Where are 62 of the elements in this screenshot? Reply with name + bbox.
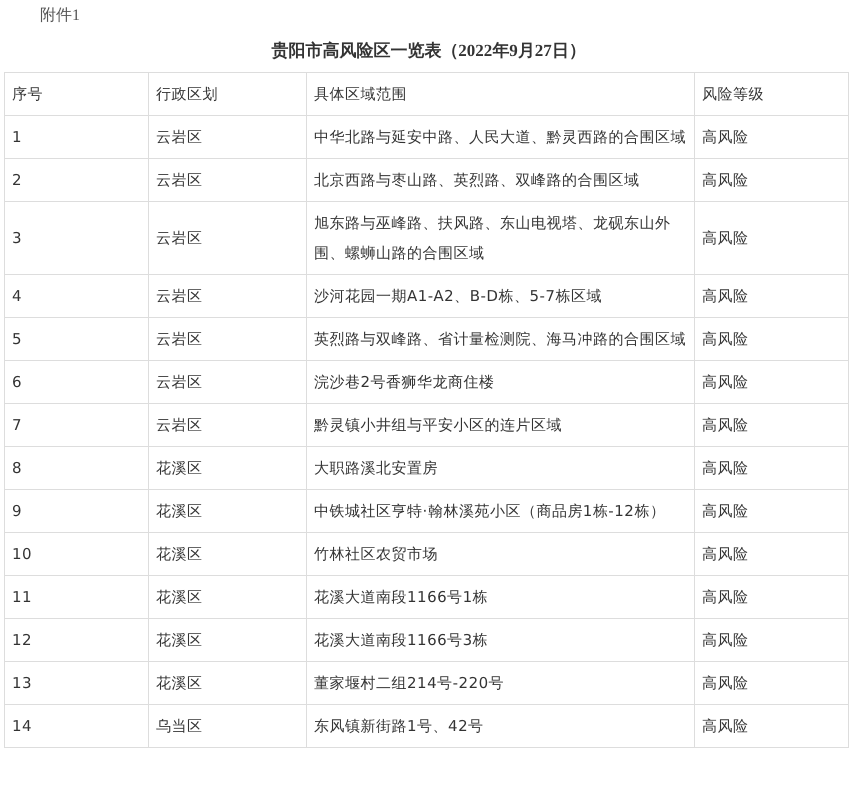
table-cell: 13 — [4, 662, 148, 704]
table-cell: 高风险 — [694, 576, 848, 618]
table-cell: 高风险 — [694, 662, 848, 704]
column-header: 序号 — [4, 72, 148, 116]
table-cell: 沙河花园一期A1-A2、B-D栋、5-7栋区域 — [306, 274, 694, 318]
table-cell: 高风险 — [694, 158, 848, 202]
table-cell: 东风镇新街路1号、42号 — [306, 704, 694, 748]
table-cell: 云岩区 — [148, 158, 306, 202]
table-cell: 花溪区 — [148, 576, 306, 618]
attachment-label: 附件1 — [39, 6, 81, 26]
table-cell: 云岩区 — [148, 274, 306, 318]
table-cell: 花溪大道南段1166号3栋 — [306, 618, 694, 662]
table-cell: 2 — [4, 158, 148, 202]
table-cell: 花溪区 — [148, 662, 306, 704]
table-cell: 云岩区 — [148, 202, 306, 274]
table-cell: 云岩区 — [148, 318, 306, 360]
table-cell: 6 — [4, 360, 148, 404]
table-cell: 中铁城社区亨特·翰林溪苑小区（商品房1栋-12栋） — [306, 490, 694, 532]
table-cell: 高风险 — [694, 274, 848, 318]
table-cell: 高风险 — [694, 318, 848, 360]
table-cell: 中华北路与延安中路、人民大道、黔灵西路的合围区域 — [306, 116, 694, 158]
table-cell: 高风险 — [694, 532, 848, 576]
table-cell: 1 — [4, 116, 148, 158]
table-cell: 12 — [4, 618, 148, 662]
table-cell: 云岩区 — [148, 404, 306, 446]
table-cell: 11 — [4, 576, 148, 618]
table-cell: 花溪区 — [148, 446, 306, 490]
table-cell: 浣沙巷2号香狮华龙商住楼 — [306, 360, 694, 404]
table-cell: 高风险 — [694, 116, 848, 158]
table-cell: 7 — [4, 404, 148, 446]
table-cell: 14 — [4, 704, 148, 748]
table-cell: 4 — [4, 274, 148, 318]
table-cell: 董家堰村二组214号-220号 — [306, 662, 694, 704]
table-title: 贵阳市高风险区一览表（2022年9月27日） — [270, 40, 587, 62]
table-cell: 花溪大道南段1166号1栋 — [306, 576, 694, 618]
table-cell: 9 — [4, 490, 148, 532]
table-cell: 高风险 — [694, 360, 848, 404]
table-cell: 高风险 — [694, 404, 848, 446]
table-cell: 大职路溪北安置房 — [306, 446, 694, 490]
table-cell: 黔灵镇小井组与平安小区的连片区域 — [306, 404, 694, 446]
table-cell: 10 — [4, 532, 148, 576]
table-cell: 高风险 — [694, 490, 848, 532]
table-cell: 英烈路与双峰路、省计量检测院、海马冲路的合围区域 — [306, 318, 694, 360]
table-cell: 云岩区 — [148, 116, 306, 158]
table-cell: 旭东路与巫峰路、扶风路、东山电视塔、龙砚东山外围、螺蛳山路的合围区域 — [306, 202, 694, 274]
table-cell: 乌当区 — [148, 704, 306, 748]
table-cell: 竹林社区农贸市场 — [306, 532, 694, 576]
table-cell: 花溪区 — [148, 618, 306, 662]
table-cell: 8 — [4, 446, 148, 490]
column-header: 具体区域范围 — [306, 72, 694, 116]
table-cell: 高风险 — [694, 446, 848, 490]
table-cell: 高风险 — [694, 704, 848, 748]
table-cell: 3 — [4, 202, 148, 274]
table-cell: 高风险 — [694, 202, 848, 274]
table-cell: 北京西路与枣山路、英烈路、双峰路的合围区域 — [306, 158, 694, 202]
column-header: 风险等级 — [694, 72, 848, 116]
table-cell: 花溪区 — [148, 490, 306, 532]
table-cell: 花溪区 — [148, 532, 306, 576]
table-cell: 云岩区 — [148, 360, 306, 404]
table-cell: 5 — [4, 318, 148, 360]
table-cell: 高风险 — [694, 618, 848, 662]
column-header: 行政区划 — [148, 72, 306, 116]
